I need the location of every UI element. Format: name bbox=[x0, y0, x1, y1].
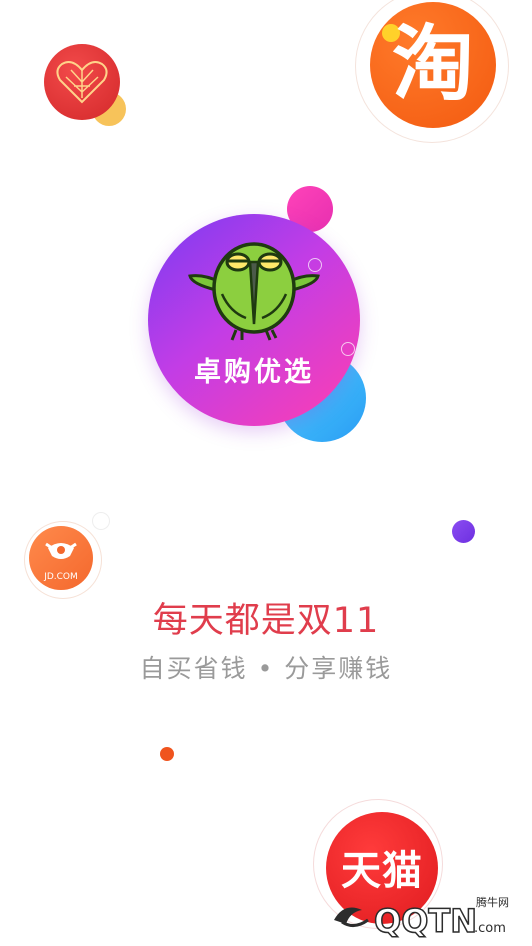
taobao-label: 淘 bbox=[391, 17, 474, 112]
app-name: 卓购优选 bbox=[194, 357, 314, 388]
tagline: 自买省钱 • 分享赚钱 bbox=[139, 654, 393, 683]
jd-label: JD.COM bbox=[44, 572, 78, 582]
watermark-suffix: .com bbox=[474, 921, 506, 936]
watermark-site: 腾牛网 bbox=[476, 895, 509, 909]
heart-pattern-icon bbox=[56, 61, 108, 104]
watermark: QQTN .com 腾牛网 bbox=[328, 890, 528, 942]
watermark-logo: QQTN .com 腾牛网 bbox=[334, 895, 509, 941]
tmall-label: 天猫 bbox=[341, 848, 423, 894]
pinduoduo-badge bbox=[44, 44, 126, 130]
small-ring bbox=[92, 512, 110, 530]
watermark-brand: QQTN bbox=[374, 902, 477, 940]
jd-dog-icon bbox=[45, 542, 77, 559]
slogan: 每天都是双11 bbox=[152, 601, 380, 641]
purple-dot bbox=[452, 520, 475, 543]
bird-mascot-icon bbox=[188, 242, 320, 341]
orange-dot bbox=[160, 747, 174, 761]
pinduoduo-logo bbox=[44, 44, 120, 120]
